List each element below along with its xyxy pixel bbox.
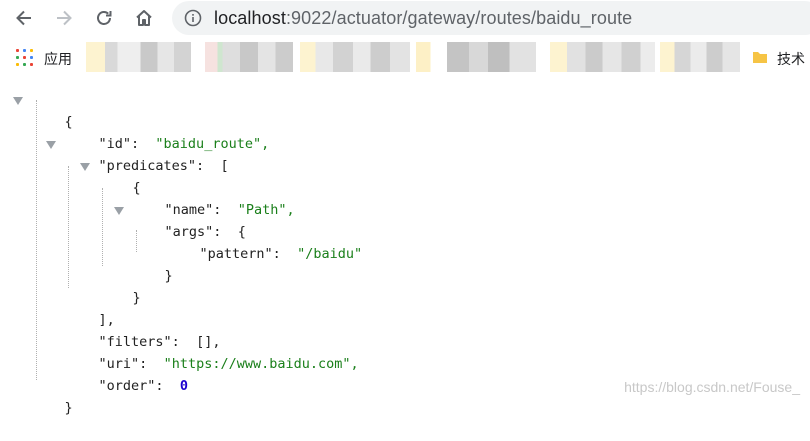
json-line: "pattern": "/baidu": [167, 221, 363, 262]
url-host: localhost: [214, 8, 286, 28]
blurred-bookmark[interactable]: [300, 42, 410, 72]
json-string-value: "https://www.baidu.com",: [163, 356, 359, 372]
json-punct: }: [132, 290, 141, 306]
json-line: "uri": "https://www.baidu.com",: [66, 331, 359, 372]
json-line: "name": "Path",: [132, 177, 295, 218]
home-button[interactable]: [130, 4, 158, 32]
json-string-value: "Path",: [237, 202, 295, 218]
home-icon: [136, 10, 152, 26]
arrow-right-icon: [57, 10, 72, 26]
json-viewer: { "id": "baidu_route", "predicates": [ {…: [0, 78, 810, 416]
json-punct: }: [164, 268, 173, 284]
forward-button[interactable]: [50, 4, 78, 32]
json-line: "filters": [],: [66, 309, 221, 350]
json-key: "order":: [98, 378, 164, 394]
url-text: localhost:9022/actuator/gateway/routes/b…: [214, 8, 632, 29]
back-button[interactable]: [10, 4, 38, 32]
json-line: {: [100, 155, 141, 196]
collapse-toggle-icon[interactable]: [13, 97, 23, 105]
arrow-left-icon: [16, 10, 31, 26]
url-path: :9022/actuator/gateway/routes/baidu_rout…: [285, 8, 633, 28]
json-line: {: [32, 89, 73, 130]
apps-grid-icon[interactable]: [16, 49, 33, 66]
info-icon[interactable]: [184, 9, 202, 27]
json-line: "args": {: [132, 199, 246, 240]
blurred-bookmark[interactable]: [660, 42, 740, 72]
json-line: }: [100, 265, 141, 306]
json-punct: [: [220, 158, 229, 174]
address-bar[interactable]: localhost:9022/actuator/gateway/routes/b…: [172, 1, 810, 35]
reload-icon: [97, 11, 112, 25]
blurred-bookmark[interactable]: [205, 42, 293, 72]
reload-button[interactable]: [90, 4, 118, 32]
json-key: "pattern":: [199, 246, 281, 262]
bookmarks-bar: 应用 技术: [0, 37, 810, 77]
json-line: ],: [66, 287, 115, 328]
browser-toolbar: localhost:9022/actuator/gateway/routes/b…: [0, 0, 810, 37]
json-line: }: [32, 375, 73, 416]
json-string-value: "/baidu": [297, 246, 363, 262]
json-line: "id": "baidu_route",: [66, 111, 270, 152]
blurred-bookmark[interactable]: [416, 42, 536, 72]
folder-icon[interactable]: [752, 49, 768, 65]
json-line: "predicates": [: [66, 133, 229, 174]
watermark-text: https://blog.csdn.net/Fouse_: [624, 379, 800, 395]
apps-bookmark-label[interactable]: 应用: [44, 49, 72, 69]
json-line: "order": 0: [66, 353, 188, 394]
blurred-bookmark[interactable]: [550, 42, 655, 72]
json-line: }: [132, 243, 173, 284]
json-punct: }: [64, 400, 73, 416]
blurred-bookmark[interactable]: [86, 42, 191, 72]
bookmark-folder-label[interactable]: 技术: [777, 49, 805, 69]
json-number-value: 0: [179, 378, 188, 394]
